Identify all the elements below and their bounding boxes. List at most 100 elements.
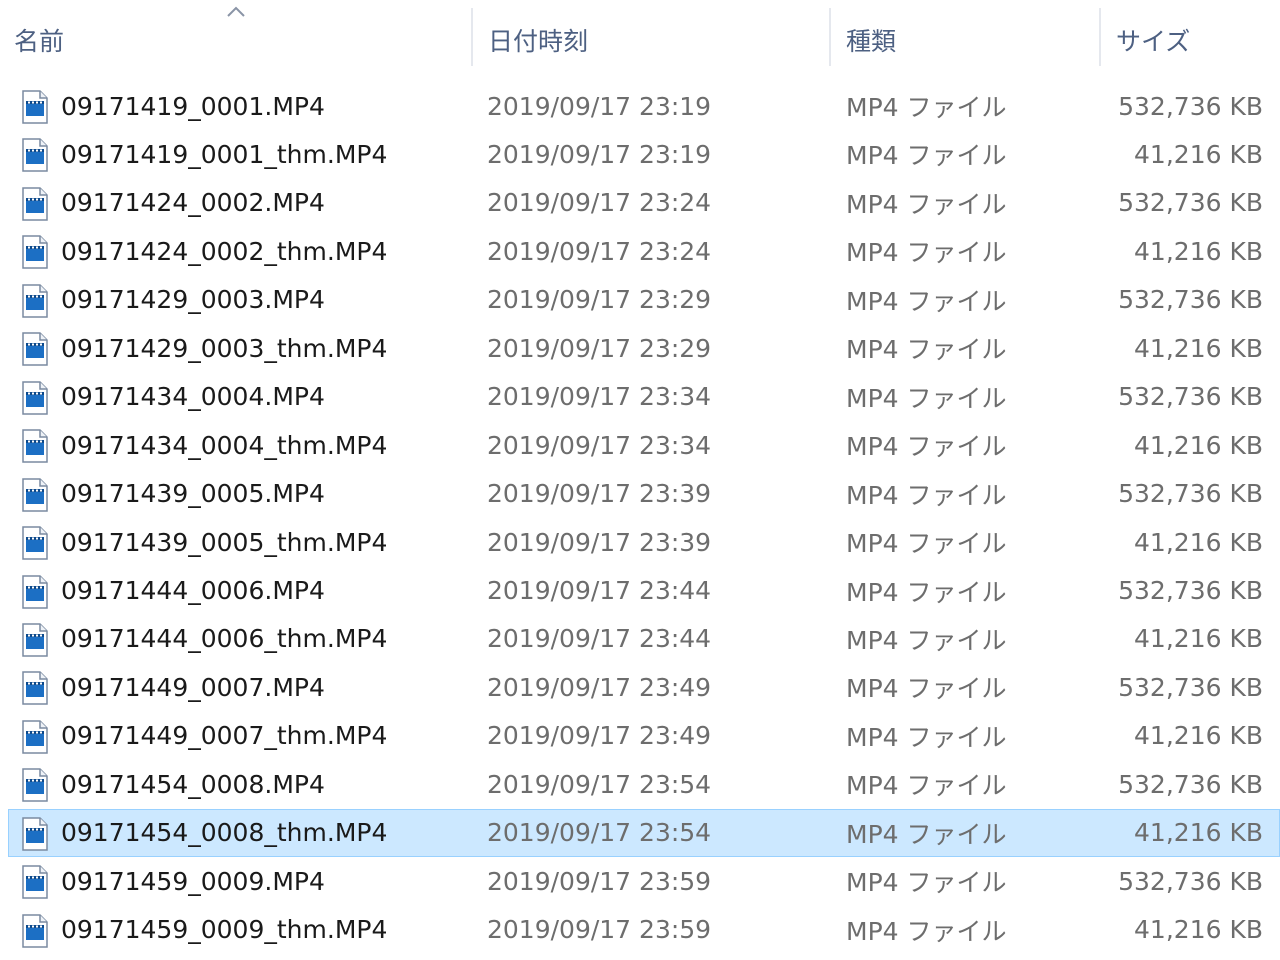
column-header-date[interactable]: 日付時刻 (474, 0, 830, 78)
file-row[interactable]: 09171449_0007_thm.MP4 2019/09/17 23:49 MP4… (8, 712, 1280, 760)
file-row[interactable]: 09171424_0002_thm.MP4 2019/09/17 23:24 MP4… (8, 227, 1280, 275)
file-date: 2019/09/17 23:59 (487, 866, 712, 896)
file-size: 532,736 KB (1118, 285, 1263, 315)
file-row[interactable]: 09171419_0001_thm.MP4 2019/09/17 23:19 MP4… (8, 130, 1280, 178)
video-file-icon (21, 671, 49, 706)
file-type: MP4 ファイル (846, 286, 1007, 316)
video-file-icon (21, 187, 49, 221)
column-header-size-label: サイズ (1116, 27, 1191, 56)
file-size: 41,216 KB (1134, 818, 1263, 848)
file-size: 41,216 KB (1134, 624, 1263, 654)
file-row[interactable]: 09171444_0006_thm.MP4 2019/09/17 23:44 MP4… (8, 615, 1280, 663)
file-name: 09171429_0003.MP4 (61, 285, 325, 315)
file-size: 532,736 KB (1118, 866, 1263, 896)
video-file-icon (21, 720, 49, 754)
file-size: 532,736 KB (1118, 188, 1263, 218)
file-size: 532,736 KB (1118, 91, 1263, 121)
file-name: 09171424_0002.MP4 (61, 188, 325, 218)
video-file-icon (21, 429, 49, 463)
file-type: MP4 ファイル (846, 916, 1007, 946)
file-name: 09171419_0001.MP4 (61, 91, 325, 121)
file-row[interactable]: 09171439_0005_thm.MP4 2019/09/17 23:39 MP4… (8, 518, 1280, 566)
file-name: 09171459_0009_thm.MP4 (61, 915, 388, 945)
file-date: 2019/09/17 23:29 (487, 285, 712, 315)
file-name: 09171429_0003_thm.MP4 (61, 333, 388, 363)
video-file-icon (21, 817, 49, 851)
file-row[interactable]: 09171434_0004.MP4 2019/09/17 23:34 MP4 ファイ… (8, 373, 1280, 421)
file-date: 2019/09/17 23:39 (487, 527, 712, 557)
file-type: MP4 ファイル (846, 141, 1007, 171)
file-date: 2019/09/17 23:49 (487, 721, 712, 751)
file-name: 09171434_0004_thm.MP4 (61, 430, 388, 460)
file-type: MP4 ファイル (846, 335, 1007, 365)
column-divider[interactable] (829, 8, 831, 66)
file-row[interactable]: 09171424_0002.MP4 2019/09/17 23:24 MP4 ファイ… (8, 179, 1280, 227)
file-type: MP4 ファイル (846, 93, 1007, 122)
column-header-date-label: 日付時刻 (488, 27, 589, 56)
file-date: 2019/09/17 23:49 (487, 672, 712, 702)
file-name: 09171419_0001_thm.MP4 (61, 139, 388, 169)
file-size: 41,216 KB (1134, 333, 1263, 363)
file-type: MP4 ファイル (846, 238, 1007, 268)
file-type: MP4 ファイル (846, 189, 1007, 219)
file-type: MP4 ファイル (846, 577, 1007, 607)
file-type: MP4 ファイル (846, 432, 1007, 462)
file-size: 532,736 KB (1118, 576, 1263, 605)
file-size: 41,216 KB (1134, 721, 1263, 751)
file-type: MP4 ファイル (846, 722, 1007, 752)
file-name: 09171454_0008.MP4 (61, 769, 325, 799)
file-row[interactable]: 09171439_0005.MP4 2019/09/17 23:39 MP4 ファイ… (8, 470, 1280, 518)
file-type: MP4 ファイル (846, 819, 1007, 849)
column-header-bar: 名前 日付時刻 種類 サイズ (0, 0, 1280, 78)
file-size: 41,216 KB (1134, 139, 1263, 169)
file-row[interactable]: 09171449_0007.MP4 2019/09/17 23:49 MP4 ファイ… (8, 663, 1280, 711)
file-row[interactable]: 09171454_0008.MP4 2019/09/17 23:54 MP4 ファイ… (8, 760, 1280, 808)
column-header-size[interactable]: サイズ (1102, 0, 1280, 78)
file-row[interactable]: 09171429_0003_thm.MP4 2019/09/17 23:29 MP4… (8, 324, 1280, 372)
file-row[interactable]: 09171419_0001.MP4 2019/09/17 23:19 MP4 ファイ… (8, 82, 1280, 130)
file-name: 09171434_0004.MP4 (61, 382, 325, 412)
file-row[interactable]: 09171454_0008_thm.MP4 2019/09/17 23:54 MP4… (8, 808, 1280, 857)
column-header-type[interactable]: 種類 (832, 0, 1100, 78)
column-divider[interactable] (1099, 8, 1101, 66)
file-date: 2019/09/17 23:19 (487, 139, 712, 169)
file-type: MP4 ファイル (846, 625, 1007, 655)
file-size: 41,216 KB (1134, 430, 1263, 460)
file-size: 532,736 KB (1118, 382, 1263, 412)
file-date: 2019/09/17 23:59 (487, 915, 712, 945)
column-header-type-label: 種類 (846, 27, 897, 56)
video-file-icon (21, 623, 49, 657)
file-size: 41,216 KB (1134, 236, 1263, 266)
file-name: 09171459_0009.MP4 (61, 866, 325, 896)
file-date: 2019/09/17 23:34 (487, 430, 712, 460)
video-file-icon (21, 138, 49, 173)
file-name: 09171424_0002_thm.MP4 (61, 236, 388, 266)
video-file-icon (21, 526, 49, 560)
file-date: 2019/09/17 23:19 (487, 91, 712, 121)
video-file-icon (21, 284, 49, 318)
file-date: 2019/09/17 23:24 (487, 236, 712, 266)
file-row[interactable]: 09171459_0009.MP4 2019/09/17 23:59 MP4 ファイ… (8, 857, 1280, 905)
file-type: MP4 ファイル (846, 383, 1007, 413)
file-row[interactable]: 09171429_0003.MP4 2019/09/17 23:29 MP4 ファイ… (8, 276, 1280, 324)
video-file-icon (21, 913, 49, 948)
file-type: MP4 ファイル (846, 529, 1007, 559)
file-size: 41,216 KB (1134, 915, 1263, 945)
column-divider[interactable] (471, 8, 473, 66)
video-file-icon (21, 332, 49, 366)
video-file-icon (21, 574, 49, 609)
file-name: 09171439_0005.MP4 (61, 479, 325, 509)
file-row[interactable]: 09171444_0006.MP4 2019/09/17 23:44 MP4 ファイ… (8, 567, 1280, 615)
file-type: MP4 ファイル (846, 771, 1007, 801)
file-date: 2019/09/17 23:39 (487, 479, 712, 509)
chevron-up-icon (227, 6, 245, 17)
file-date: 2019/09/17 23:24 (487, 188, 712, 218)
file-name: 09171449_0007.MP4 (61, 672, 325, 702)
file-date: 2019/09/17 23:29 (487, 333, 712, 363)
file-type: MP4 ファイル (846, 480, 1007, 510)
file-type: MP4 ファイル (846, 868, 1007, 898)
file-name: 09171439_0005_thm.MP4 (61, 527, 388, 557)
file-row[interactable]: 09171434_0004_thm.MP4 2019/09/17 23:34 MP4… (8, 421, 1280, 469)
file-row[interactable]: 09171459_0009_thm.MP4 2019/09/17 23:59 MP4… (8, 906, 1280, 954)
video-file-icon (21, 90, 49, 124)
